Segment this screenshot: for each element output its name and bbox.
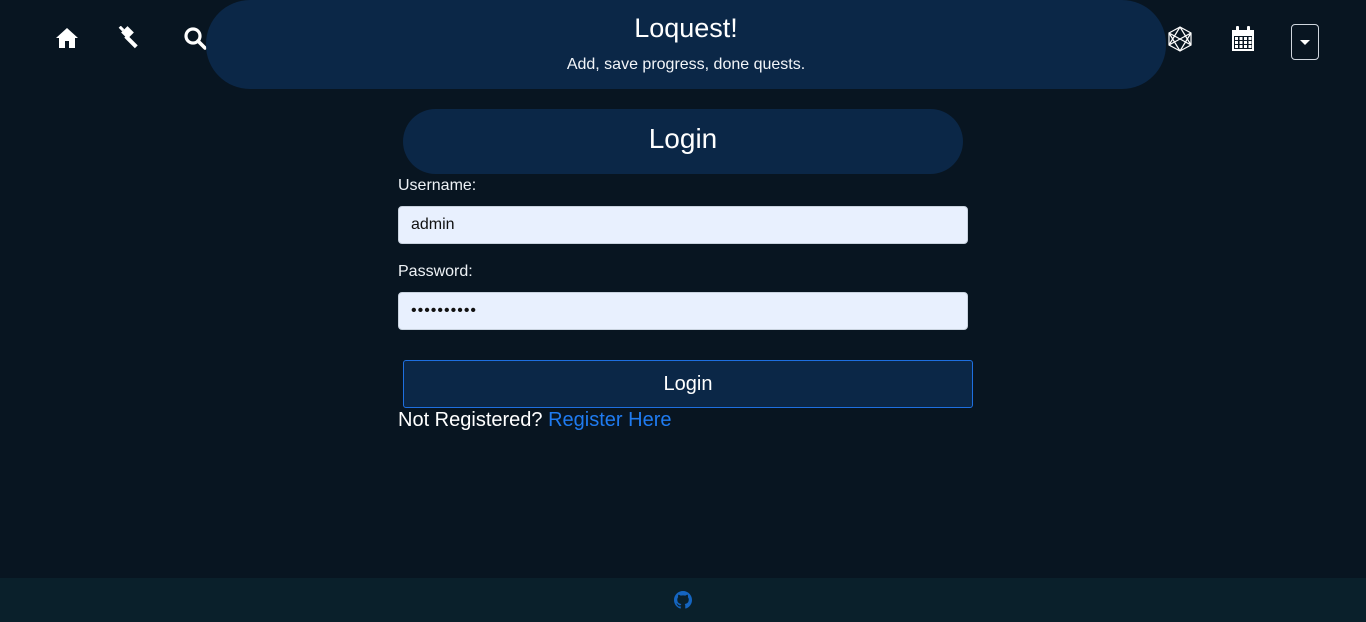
username-label: Username:	[398, 177, 477, 194]
password-input[interactable]	[398, 292, 968, 330]
register-prompt: Not Registered?	[398, 409, 543, 431]
login-heading-banner: Login	[403, 109, 963, 174]
search-icon[interactable]	[182, 25, 208, 51]
home-icon[interactable]	[54, 25, 80, 51]
password-label: Password:	[398, 263, 473, 280]
login-heading: Login	[648, 123, 718, 154]
username-input[interactable]	[398, 206, 968, 244]
page: Loquest! Add, save progress, done quests…	[0, 0, 1366, 622]
caret-down-icon	[1300, 39, 1310, 45]
gavel-icon[interactable]	[118, 25, 144, 51]
app-subtitle: Add, save progress, done quests.	[566, 56, 806, 73]
footer	[0, 578, 1366, 622]
app-title: Loquest!	[634, 13, 738, 43]
menu-dropdown-button[interactable]	[1291, 24, 1319, 60]
register-prompt-line: Not Registered? Register Here	[398, 408, 671, 432]
login-button[interactable]: Login	[403, 360, 973, 408]
calendar-icon[interactable]	[1230, 25, 1256, 53]
header-banner: Loquest! Add, save progress, done quests…	[206, 0, 1166, 89]
github-icon[interactable]	[674, 591, 692, 609]
hexagon-network-icon[interactable]	[1166, 25, 1194, 53]
register-link[interactable]: Register Here	[548, 409, 671, 431]
